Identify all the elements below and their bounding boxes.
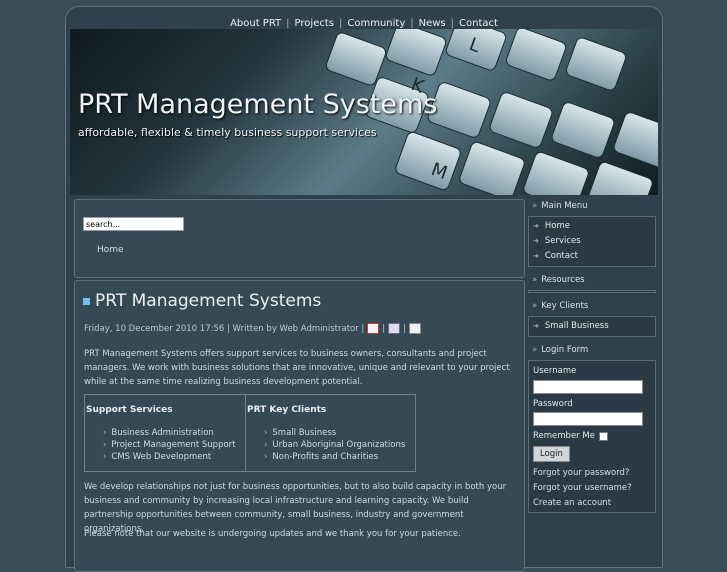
article-meta-text: Friday, 10 December 2010 17:56 | Written… bbox=[84, 323, 365, 334]
key-clients-title: Key Clients bbox=[528, 299, 656, 313]
main-menu-title: Main Menu bbox=[528, 199, 656, 213]
article-title-text: PRT Management Systems bbox=[95, 291, 322, 311]
remember-me-checkbox[interactable] bbox=[598, 431, 608, 441]
email-icon[interactable] bbox=[409, 323, 422, 334]
login-button[interactable]: Login bbox=[533, 446, 570, 462]
services-column: Support Services Business Administration… bbox=[85, 395, 245, 471]
remember-me-label: Remember Me bbox=[533, 431, 595, 441]
clients-heading: PRT Key Clients bbox=[247, 405, 327, 415]
services-table: Support Services Business Administration… bbox=[84, 394, 416, 472]
clients-list: Small Business Urban Aboriginal Organiza… bbox=[264, 427, 405, 463]
username-label: Username bbox=[533, 366, 577, 376]
sidebar-item-small-business[interactable]: Small Business bbox=[533, 319, 651, 334]
main-menu: Home Services Contact bbox=[528, 216, 656, 267]
article-meta: Friday, 10 December 2010 17:56 | Written… bbox=[84, 323, 422, 334]
list-item: CMS Web Development bbox=[103, 451, 236, 463]
sidebar-item-contact[interactable]: Contact bbox=[533, 249, 651, 264]
square-bullet-icon bbox=[83, 297, 90, 305]
resources-menu bbox=[528, 290, 656, 293]
meta-separator: | bbox=[382, 323, 386, 334]
nav-contact[interactable]: Contact bbox=[454, 18, 503, 29]
list-item: Business Administration bbox=[103, 427, 236, 439]
header-banner: K L M PRT Management Systems affordable,… bbox=[70, 29, 658, 195]
remember-me: Remember Me bbox=[533, 431, 651, 441]
search-input[interactable] bbox=[83, 217, 184, 231]
clients-column: PRT Key Clients Small Business Urban Abo… bbox=[245, 395, 415, 471]
article-note: Please note that our website is undergoi… bbox=[84, 529, 461, 539]
sidebar-item-services[interactable]: Services bbox=[533, 234, 651, 249]
main-article: PRT Management Systems Friday, 10 Decemb… bbox=[74, 280, 525, 572]
services-list: Business Administration Project Manageme… bbox=[103, 427, 236, 463]
sidebar: Main Menu Home Services Contact Resource… bbox=[528, 199, 656, 513]
list-item: Urban Aboriginal Organizations bbox=[264, 439, 405, 451]
list-item: Non-Profits and Charities bbox=[264, 451, 405, 463]
article-title: PRT Management Systems bbox=[83, 291, 321, 311]
print-icon[interactable] bbox=[388, 323, 401, 334]
resources-title[interactable]: Resources bbox=[528, 273, 656, 287]
pdf-icon[interactable] bbox=[367, 323, 380, 334]
nav-projects[interactable]: Projects bbox=[290, 18, 339, 29]
key-clients-menu: Small Business bbox=[528, 316, 656, 337]
nav-news[interactable]: News bbox=[414, 18, 451, 29]
page-frame: About PRT | Projects | Community | News | Co… bbox=[65, 6, 663, 572]
login-form-title: Login Form bbox=[528, 343, 656, 357]
sidebar-item-home[interactable]: Home bbox=[533, 219, 651, 234]
meta-separator: | bbox=[403, 323, 407, 334]
username-field[interactable] bbox=[533, 379, 643, 394]
password-label: Password bbox=[533, 398, 573, 409]
site-title: PRT Management Systems bbox=[78, 89, 438, 120]
login-form: Username Password Remember Me Login Forg… bbox=[528, 360, 656, 513]
nav-community[interactable]: Community bbox=[342, 18, 410, 29]
password-field[interactable] bbox=[533, 412, 643, 426]
article-intro: PRT Management Systems offers support se… bbox=[84, 349, 510, 387]
forgot-password-link[interactable]: Forgot your password? bbox=[533, 468, 651, 478]
forgot-username-link[interactable]: Forgot your username? bbox=[533, 483, 651, 493]
create-account-link[interactable]: Create an account bbox=[533, 498, 651, 508]
list-item: Small Business bbox=[264, 427, 405, 439]
search-panel: Home bbox=[74, 199, 525, 278]
services-heading: Support Services bbox=[86, 405, 173, 415]
nav-about[interactable]: About PRT bbox=[225, 18, 286, 29]
breadcrumb-home[interactable]: Home bbox=[97, 245, 124, 255]
site-tagline: affordable, flexible & timely business s… bbox=[78, 126, 377, 139]
list-item: Project Management Support bbox=[103, 439, 235, 451]
